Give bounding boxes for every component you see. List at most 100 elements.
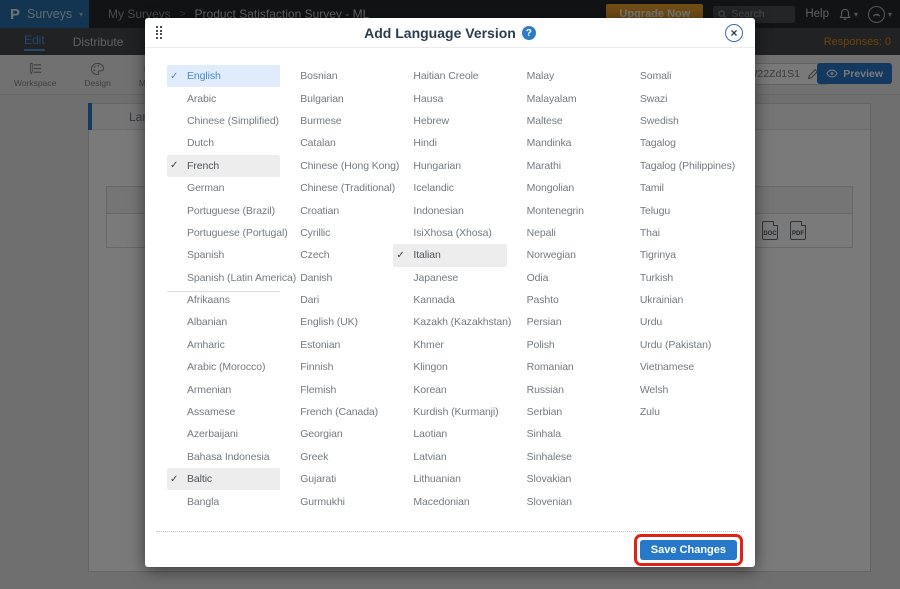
language-option-sinhala[interactable]: Sinhala	[507, 423, 620, 445]
language-option-indonesian[interactable]: Indonesian	[393, 199, 506, 221]
language-option-arabic-morocco[interactable]: Arabic (Morocco)	[167, 356, 280, 378]
language-option-tamil[interactable]: Tamil	[620, 177, 733, 199]
language-option-chinese-simplified[interactable]: Chinese (Simplified)	[167, 110, 280, 132]
language-option-tagalog[interactable]: Tagalog	[620, 132, 733, 154]
language-option-thai[interactable]: Thai	[620, 222, 733, 244]
language-option-albanian[interactable]: Albanian	[167, 311, 280, 333]
language-option-afrikaans[interactable]: Afrikaans	[167, 289, 280, 311]
language-option-portuguese-brazil[interactable]: Portuguese (Brazil)	[167, 199, 280, 221]
language-option-ukrainian[interactable]: Ukrainian	[620, 289, 733, 311]
language-option-urdu-pakistan[interactable]: Urdu (Pakistan)	[620, 334, 733, 356]
language-option-bahasa-indonesia[interactable]: Bahasa Indonesia	[167, 446, 280, 468]
language-option-malayalam[interactable]: Malayalam	[507, 87, 620, 109]
language-option-georgian[interactable]: Georgian	[280, 423, 393, 445]
language-option-estonian[interactable]: Estonian	[280, 334, 393, 356]
language-option-danish[interactable]: Danish	[280, 267, 393, 289]
language-option-hebrew[interactable]: Hebrew	[393, 110, 506, 132]
language-option-polish[interactable]: Polish	[507, 334, 620, 356]
language-option-english[interactable]: ✓English	[167, 65, 280, 87]
language-option-finnish[interactable]: Finnish	[280, 356, 393, 378]
language-option-czech[interactable]: Czech	[280, 244, 393, 266]
language-option-arabic[interactable]: Arabic	[167, 87, 280, 109]
language-option-burmese[interactable]: Burmese	[280, 110, 393, 132]
language-option-slovakian[interactable]: Slovakian	[507, 468, 620, 490]
language-option-pashto[interactable]: Pashto	[507, 289, 620, 311]
language-option-swazi[interactable]: Swazi	[620, 87, 733, 109]
language-option-japanese[interactable]: Japanese	[393, 267, 506, 289]
language-option-cyrillic[interactable]: Cyrillic	[280, 222, 393, 244]
language-option-dutch[interactable]: Dutch	[167, 132, 280, 154]
language-option-serbian[interactable]: Serbian	[507, 401, 620, 423]
language-option-dari[interactable]: Dari	[280, 289, 393, 311]
language-option-turkish[interactable]: Turkish	[620, 267, 733, 289]
language-option-vietnamese[interactable]: Vietnamese	[620, 356, 733, 378]
language-option-russian[interactable]: Russian	[507, 378, 620, 400]
language-option-tigrinya[interactable]: Tigrinya	[620, 244, 733, 266]
language-option-khmer[interactable]: Khmer	[393, 334, 506, 356]
language-option-norwegian[interactable]: Norwegian	[507, 244, 620, 266]
language-option-baltic[interactable]: ✓Baltic	[167, 468, 280, 490]
language-option-flemish[interactable]: Flemish	[280, 378, 393, 400]
help-icon[interactable]: ?	[522, 26, 536, 40]
language-option-kurdish-kurmanji[interactable]: Kurdish (Kurmanji)	[393, 401, 506, 423]
language-option-klingon[interactable]: Klingon	[393, 356, 506, 378]
language-option-haitian-creole[interactable]: Haitian Creole	[393, 65, 506, 87]
language-option-assamese[interactable]: Assamese	[167, 401, 280, 423]
language-option-hindi[interactable]: Hindi	[393, 132, 506, 154]
language-option-laotian[interactable]: Laotian	[393, 423, 506, 445]
close-icon[interactable]: ×	[725, 24, 743, 42]
language-option-romanian[interactable]: Romanian	[507, 356, 620, 378]
language-option-welsh[interactable]: Welsh	[620, 378, 733, 400]
language-option-gujarati[interactable]: Gujarati	[280, 468, 393, 490]
language-option-mandinka[interactable]: Mandinka	[507, 132, 620, 154]
language-option-hausa[interactable]: Hausa	[393, 87, 506, 109]
language-option-italian[interactable]: ✓Italian	[393, 244, 506, 266]
language-option-malay[interactable]: Malay	[507, 65, 620, 87]
language-option-spanish[interactable]: Spanish	[167, 244, 280, 266]
language-option-chinese-hong-kong[interactable]: Chinese (Hong Kong)	[280, 155, 393, 177]
language-option-armenian[interactable]: Armenian	[167, 378, 280, 400]
language-option-slovenian[interactable]: Slovenian	[507, 490, 620, 512]
language-option-nepali[interactable]: Nepali	[507, 222, 620, 244]
language-option-montenegrin[interactable]: Montenegrin	[507, 199, 620, 221]
language-option-gurmukhi[interactable]: Gurmukhi	[280, 490, 393, 512]
language-option-bosnian[interactable]: Bosnian	[280, 65, 393, 87]
language-option-french-canada[interactable]: French (Canada)	[280, 401, 393, 423]
language-option-azerbaijani[interactable]: Azerbaijani	[167, 423, 280, 445]
save-changes-button[interactable]: Save Changes	[640, 540, 737, 560]
language-option-catalan[interactable]: Catalan	[280, 132, 393, 154]
language-option-chinese-traditional[interactable]: Chinese (Traditional)	[280, 177, 393, 199]
language-option-bangla[interactable]: Bangla	[167, 490, 280, 512]
language-option-isixhosa-xhosa[interactable]: IsiXhosa (Xhosa)	[393, 222, 506, 244]
language-option-korean[interactable]: Korean	[393, 378, 506, 400]
language-option-telugu[interactable]: Telugu	[620, 199, 733, 221]
language-option-latvian[interactable]: Latvian	[393, 446, 506, 468]
language-option-german[interactable]: German	[167, 177, 280, 199]
language-option-icelandic[interactable]: Icelandic	[393, 177, 506, 199]
language-option-urdu[interactable]: Urdu	[620, 311, 733, 333]
language-option-odia[interactable]: Odia	[507, 267, 620, 289]
language-option-croatian[interactable]: Croatian	[280, 199, 393, 221]
language-option-zulu[interactable]: Zulu	[620, 401, 733, 423]
language-option-swedish[interactable]: Swedish	[620, 110, 733, 132]
language-option-english-uk[interactable]: English (UK)	[280, 311, 393, 333]
language-option-marathi[interactable]: Marathi	[507, 155, 620, 177]
language-option-somali[interactable]: Somali	[620, 65, 733, 87]
language-option-spanish-latin-america[interactable]: Spanish (Latin America)	[167, 267, 280, 289]
language-option-bulgarian[interactable]: Bulgarian	[280, 87, 393, 109]
language-option-persian[interactable]: Persian	[507, 311, 620, 333]
language-option-lithuanian[interactable]: Lithuanian	[393, 468, 506, 490]
language-option-kazakh-kazakhstan[interactable]: Kazakh (Kazakhstan)	[393, 311, 506, 333]
language-option-mongolian[interactable]: Mongolian	[507, 177, 620, 199]
language-option-kannada[interactable]: Kannada	[393, 289, 506, 311]
language-option-macedonian[interactable]: Macedonian	[393, 490, 506, 512]
language-option-maltese[interactable]: Maltese	[507, 110, 620, 132]
language-option-hungarian[interactable]: Hungarian	[393, 155, 506, 177]
language-option-greek[interactable]: Greek	[280, 446, 393, 468]
language-option-portuguese-portugal[interactable]: Portuguese (Portugal)	[167, 222, 280, 244]
language-option-french[interactable]: ✓French	[167, 155, 280, 177]
language-option-sinhalese[interactable]: Sinhalese	[507, 446, 620, 468]
language-option-tagalog-philippines[interactable]: Tagalog (Philippines)	[620, 155, 733, 177]
language-option-amharic[interactable]: Amharic	[167, 334, 280, 356]
language-label: Klingon	[393, 361, 447, 373]
